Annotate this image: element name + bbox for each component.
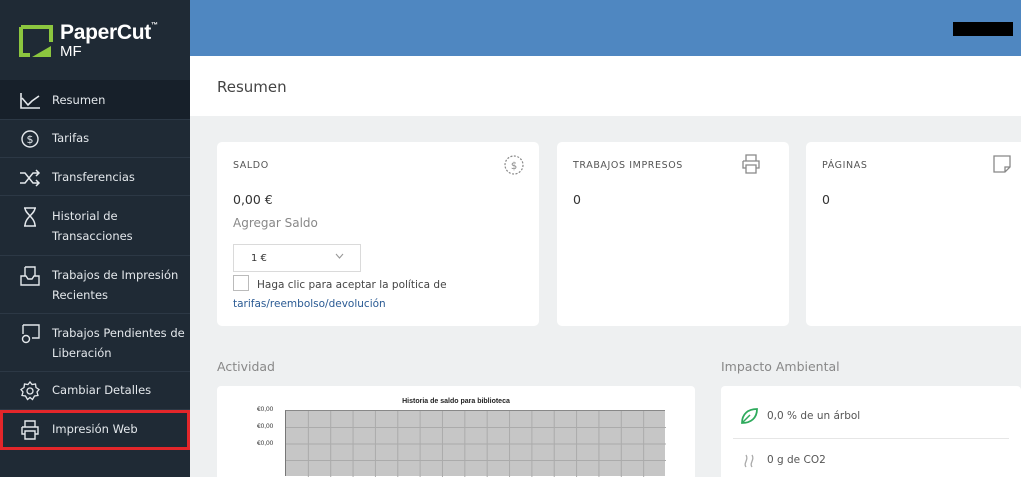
impacto-title: Impacto Ambiental <box>721 359 840 374</box>
svg-text:$: $ <box>511 161 517 172</box>
dollar-circle-icon: $ <box>503 154 525 180</box>
brand-name: PaperCut <box>60 20 151 44</box>
amount-select-value: 1 € <box>251 253 267 264</box>
brand-trademark: ™ <box>150 21 158 29</box>
page-icon <box>992 154 1012 178</box>
sidebar-item-label: Historial de Transacciones <box>52 206 133 246</box>
sidebar-item-impresion-web[interactable]: Impresión Web <box>0 410 190 450</box>
pending-print-icon <box>18 323 42 345</box>
sidebar-item-label: Cambiar Detalles <box>52 383 152 397</box>
y-tick-label: €0,00 <box>257 406 274 413</box>
sidebar: PaperCut™ MF Resumen $ Tarifas Transfere… <box>0 0 190 477</box>
y-tick-label: €0,00 <box>257 440 274 447</box>
trabajos-value: 0 <box>573 192 581 207</box>
printer-icon <box>741 154 761 178</box>
gear-icon <box>18 380 42 402</box>
sidebar-item-trabajos-pendientes[interactable]: Trabajos Pendientes de Liberación <box>0 314 190 372</box>
sidebar-item-label: Tarifas <box>52 131 90 145</box>
shuffle-icon <box>18 167 42 189</box>
paginas-card-title: PÁGINAS <box>822 160 868 171</box>
saldo-value: 0,00 € <box>233 192 273 207</box>
sidebar-item-label-line: Transacciones <box>52 229 133 243</box>
sidebar-item-label: Impresión Web <box>52 422 138 436</box>
policy-link[interactable]: tarifas/reembolso/devolución <box>233 298 386 310</box>
sidebar-item-label: Trabajos de Impresión Recientes <box>52 265 178 305</box>
leaf-icon <box>739 406 759 426</box>
papercut-logo-text: PaperCut™ MF <box>60 22 158 59</box>
brand-edition: MF <box>60 42 82 60</box>
steam-icon <box>739 450 759 470</box>
sidebar-item-cambiar-detalles[interactable]: Cambiar Detalles <box>0 372 190 410</box>
paginas-value: 0 <box>822 192 830 207</box>
page-title: Resumen <box>190 56 1021 116</box>
sidebar-item-tarifas[interactable]: $ Tarifas <box>0 120 190 158</box>
papercut-logo-mark <box>18 22 54 58</box>
sidebar-item-label-line: Trabajos Pendientes de <box>52 326 185 340</box>
papercut-logo[interactable]: PaperCut™ MF <box>0 0 190 80</box>
sidebar-item-trabajos-recientes[interactable]: Trabajos de Impresión Recientes <box>0 256 190 314</box>
user-menu[interactable] <box>953 22 1013 36</box>
sidebar-item-label: Resumen <box>52 93 106 107</box>
saldo-card-title: SALDO <box>233 160 269 171</box>
env-item-co2: 0 g de CO2 <box>739 450 826 470</box>
sidebar-item-label-line: Trabajos de Impresión <box>52 268 179 282</box>
env-item-tree: 0,0 % de un árbol <box>739 406 860 426</box>
sidebar-item-label: Trabajos Pendientes de Liberación <box>52 323 185 363</box>
chart-plot-area <box>285 410 666 477</box>
top-bar <box>190 0 1021 56</box>
divider <box>733 438 1009 439</box>
amount-select[interactable]: 1 € <box>233 244 361 272</box>
saldo-card: SALDO $ 0,00 € Agregar Saldo 1 € Haga cl… <box>217 142 539 326</box>
policy-text: Haga clic para aceptar la política de <box>257 279 447 291</box>
sidebar-item-resumen[interactable]: Resumen <box>0 80 190 120</box>
dollar-circle-icon: $ <box>18 128 42 150</box>
trabajos-card-title: TRABAJOS IMPRESOS <box>573 160 683 171</box>
tray-icon <box>18 265 42 287</box>
sidebar-item-label-line: Recientes <box>52 288 109 302</box>
printer-icon <box>18 419 42 441</box>
y-tick-label: €0,00 <box>257 423 274 430</box>
sidebar-item-label-line: Historial de <box>52 209 118 223</box>
chart-title: Historia de saldo para biblioteca <box>402 398 510 405</box>
sidebar-item-label: Transferencias <box>52 170 135 184</box>
hourglass-icon <box>18 206 42 228</box>
policy-checkbox[interactable] <box>233 275 249 291</box>
sidebar-item-transferencias[interactable]: Transferencias <box>0 158 190 196</box>
agregar-saldo-label: Agregar Saldo <box>233 216 318 230</box>
chart-grid <box>286 411 666 477</box>
actividad-chart-panel: Historia de saldo para biblioteca €0,00 … <box>217 386 695 477</box>
sidebar-item-label-line: Liberación <box>52 346 112 360</box>
svg-text:$: $ <box>27 133 34 146</box>
chart-line-icon <box>18 90 42 112</box>
trabajos-impresos-card: TRABAJOS IMPRESOS 0 <box>557 142 789 326</box>
env-item-text: 0,0 % de un árbol <box>767 410 861 422</box>
main-content: Resumen SALDO $ 0,00 € Agregar Saldo 1 €… <box>190 56 1021 477</box>
impacto-panel: 0,0 % de un árbol 0 g de CO2 <box>721 386 1021 477</box>
paginas-card: PÁGINAS 0 <box>806 142 1021 326</box>
env-item-text: 0 g de CO2 <box>767 454 826 466</box>
sidebar-item-historial[interactable]: Historial de Transacciones <box>0 196 190 256</box>
chevron-down-icon <box>335 252 344 262</box>
actividad-title: Actividad <box>217 359 275 374</box>
